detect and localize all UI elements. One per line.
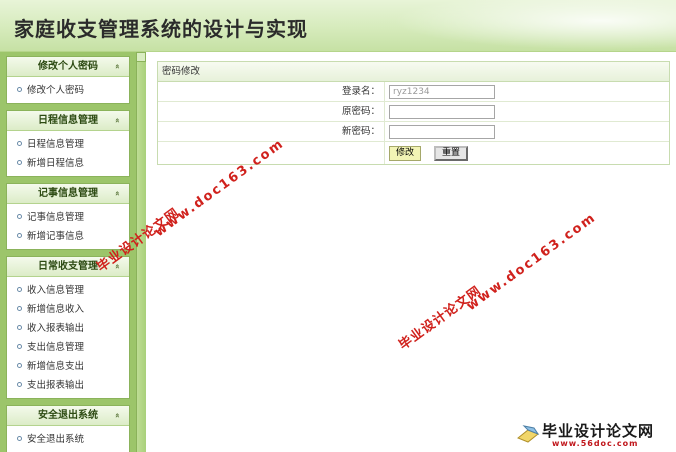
app-header: 家庭收支管理系统的设计与实现 — [0, 0, 676, 52]
new-password-field[interactable] — [389, 125, 495, 139]
menu-group-title: 日常收支管理 — [38, 261, 98, 272]
watermark-cn: 毕业设计论文网 — [396, 283, 485, 354]
sidebar-item-schedule-manage[interactable]: 日程信息管理 — [7, 135, 129, 154]
menu-group-header[interactable]: 安全退出系统 « — [7, 406, 129, 426]
collapse-icon[interactable]: « — [112, 410, 123, 421]
old-password-field[interactable] — [389, 105, 495, 119]
bullet-icon — [17, 87, 22, 92]
collapse-icon[interactable]: « — [112, 188, 123, 199]
bullet-icon — [17, 325, 22, 330]
sidebar-item-expense-report[interactable]: 支出报表输出 — [7, 376, 129, 395]
old-password-label: 原密码： — [341, 106, 380, 117]
password-form-panel: 密码修改 登录名： 原密码： 新密码： 修改 重置 — [157, 61, 670, 165]
menu-group-title: 记事信息管理 — [38, 188, 98, 199]
sidebar-item-income-manage[interactable]: 收入信息管理 — [7, 281, 129, 300]
menu-group-header[interactable]: 日程信息管理 « — [7, 111, 129, 131]
sidebar-item-schedule-add[interactable]: 新增日程信息 — [7, 154, 129, 173]
site-logo-watermark: 毕业设计论文网 www.56doc.com — [512, 418, 672, 450]
collapse-icon[interactable]: « — [112, 61, 123, 72]
menu-group-password: 修改个人密码 « 修改个人密码 — [6, 56, 130, 104]
menu-group-notes: 记事信息管理 « 记事信息管理 新增记事信息 — [6, 183, 130, 250]
reset-button[interactable]: 重置 — [434, 146, 469, 161]
bullet-icon — [17, 306, 22, 311]
column-divider — [384, 102, 385, 121]
column-divider — [384, 142, 385, 164]
page-title: 家庭收支管理系统的设计与实现 — [14, 17, 308, 41]
menu-group-title: 修改个人密码 — [38, 61, 98, 72]
logo-mark-icon — [517, 425, 540, 443]
logo-cn: 毕业设计论文网 — [542, 422, 655, 440]
menu-group-title: 日程信息管理 — [38, 115, 98, 126]
form-row-username: 登录名： — [158, 82, 669, 102]
username-field[interactable] — [389, 85, 495, 99]
submit-button[interactable]: 修改 — [389, 146, 422, 161]
menu-group-schedule: 日程信息管理 « 日程信息管理 新增日程信息 — [6, 110, 130, 177]
bullet-icon — [17, 214, 22, 219]
header-glow — [376, 0, 676, 52]
column-divider — [384, 82, 385, 101]
bullet-icon — [17, 141, 22, 146]
form-row-actions: 修改 重置 — [158, 142, 669, 164]
watermark-url: www.doc163.com — [464, 210, 600, 315]
bullet-icon — [17, 436, 22, 441]
menu-group-header[interactable]: 日常收支管理 « — [7, 257, 129, 277]
panel-title: 密码修改 — [158, 62, 669, 82]
sidebar: 修改个人密码 « 修改个人密码 日程信息管理 « 日程信息管理 新增日程信息 记… — [0, 52, 136, 452]
collapse-icon[interactable]: « — [112, 115, 123, 126]
bullet-icon — [17, 287, 22, 292]
column-divider — [384, 122, 385, 141]
bullet-icon — [17, 382, 22, 387]
sidebar-item-logout[interactable]: 安全退出系统 — [7, 430, 129, 449]
collapse-icon[interactable]: « — [112, 261, 123, 272]
sidebar-item-income-report[interactable]: 收入报表输出 — [7, 319, 129, 338]
username-label: 登录名： — [341, 86, 380, 97]
sidebar-divider[interactable] — [136, 52, 146, 452]
sidebar-item-notes-add[interactable]: 新增记事信息 — [7, 227, 129, 246]
bullet-icon — [17, 233, 22, 238]
menu-group-header[interactable]: 记事信息管理 « — [7, 184, 129, 204]
new-password-label: 新密码： — [341, 126, 380, 137]
sidebar-item-change-password[interactable]: 修改个人密码 — [7, 81, 129, 100]
form-row-old-password: 原密码： — [158, 102, 669, 122]
sidebar-item-notes-manage[interactable]: 记事信息管理 — [7, 208, 129, 227]
sidebar-item-income-add[interactable]: 新增信息收入 — [7, 300, 129, 319]
menu-group-title: 安全退出系统 — [38, 410, 98, 421]
bullet-icon — [17, 344, 22, 349]
menu-group-finance: 日常收支管理 « 收入信息管理 新增信息收入 收入报表输出 支出信息管理 新增信… — [6, 256, 130, 399]
menu-group-logout: 安全退出系统 « 安全退出系统 — [6, 405, 130, 452]
menu-group-header[interactable]: 修改个人密码 « — [7, 57, 129, 77]
bullet-icon — [17, 363, 22, 368]
logo-url: www.56doc.com — [552, 439, 639, 448]
form-row-new-password: 新密码： — [158, 122, 669, 142]
divider-toggle-icon[interactable] — [136, 52, 146, 62]
bullet-icon — [17, 160, 22, 165]
sidebar-item-expense-manage[interactable]: 支出信息管理 — [7, 338, 129, 357]
sidebar-item-expense-add[interactable]: 新增信息支出 — [7, 357, 129, 376]
